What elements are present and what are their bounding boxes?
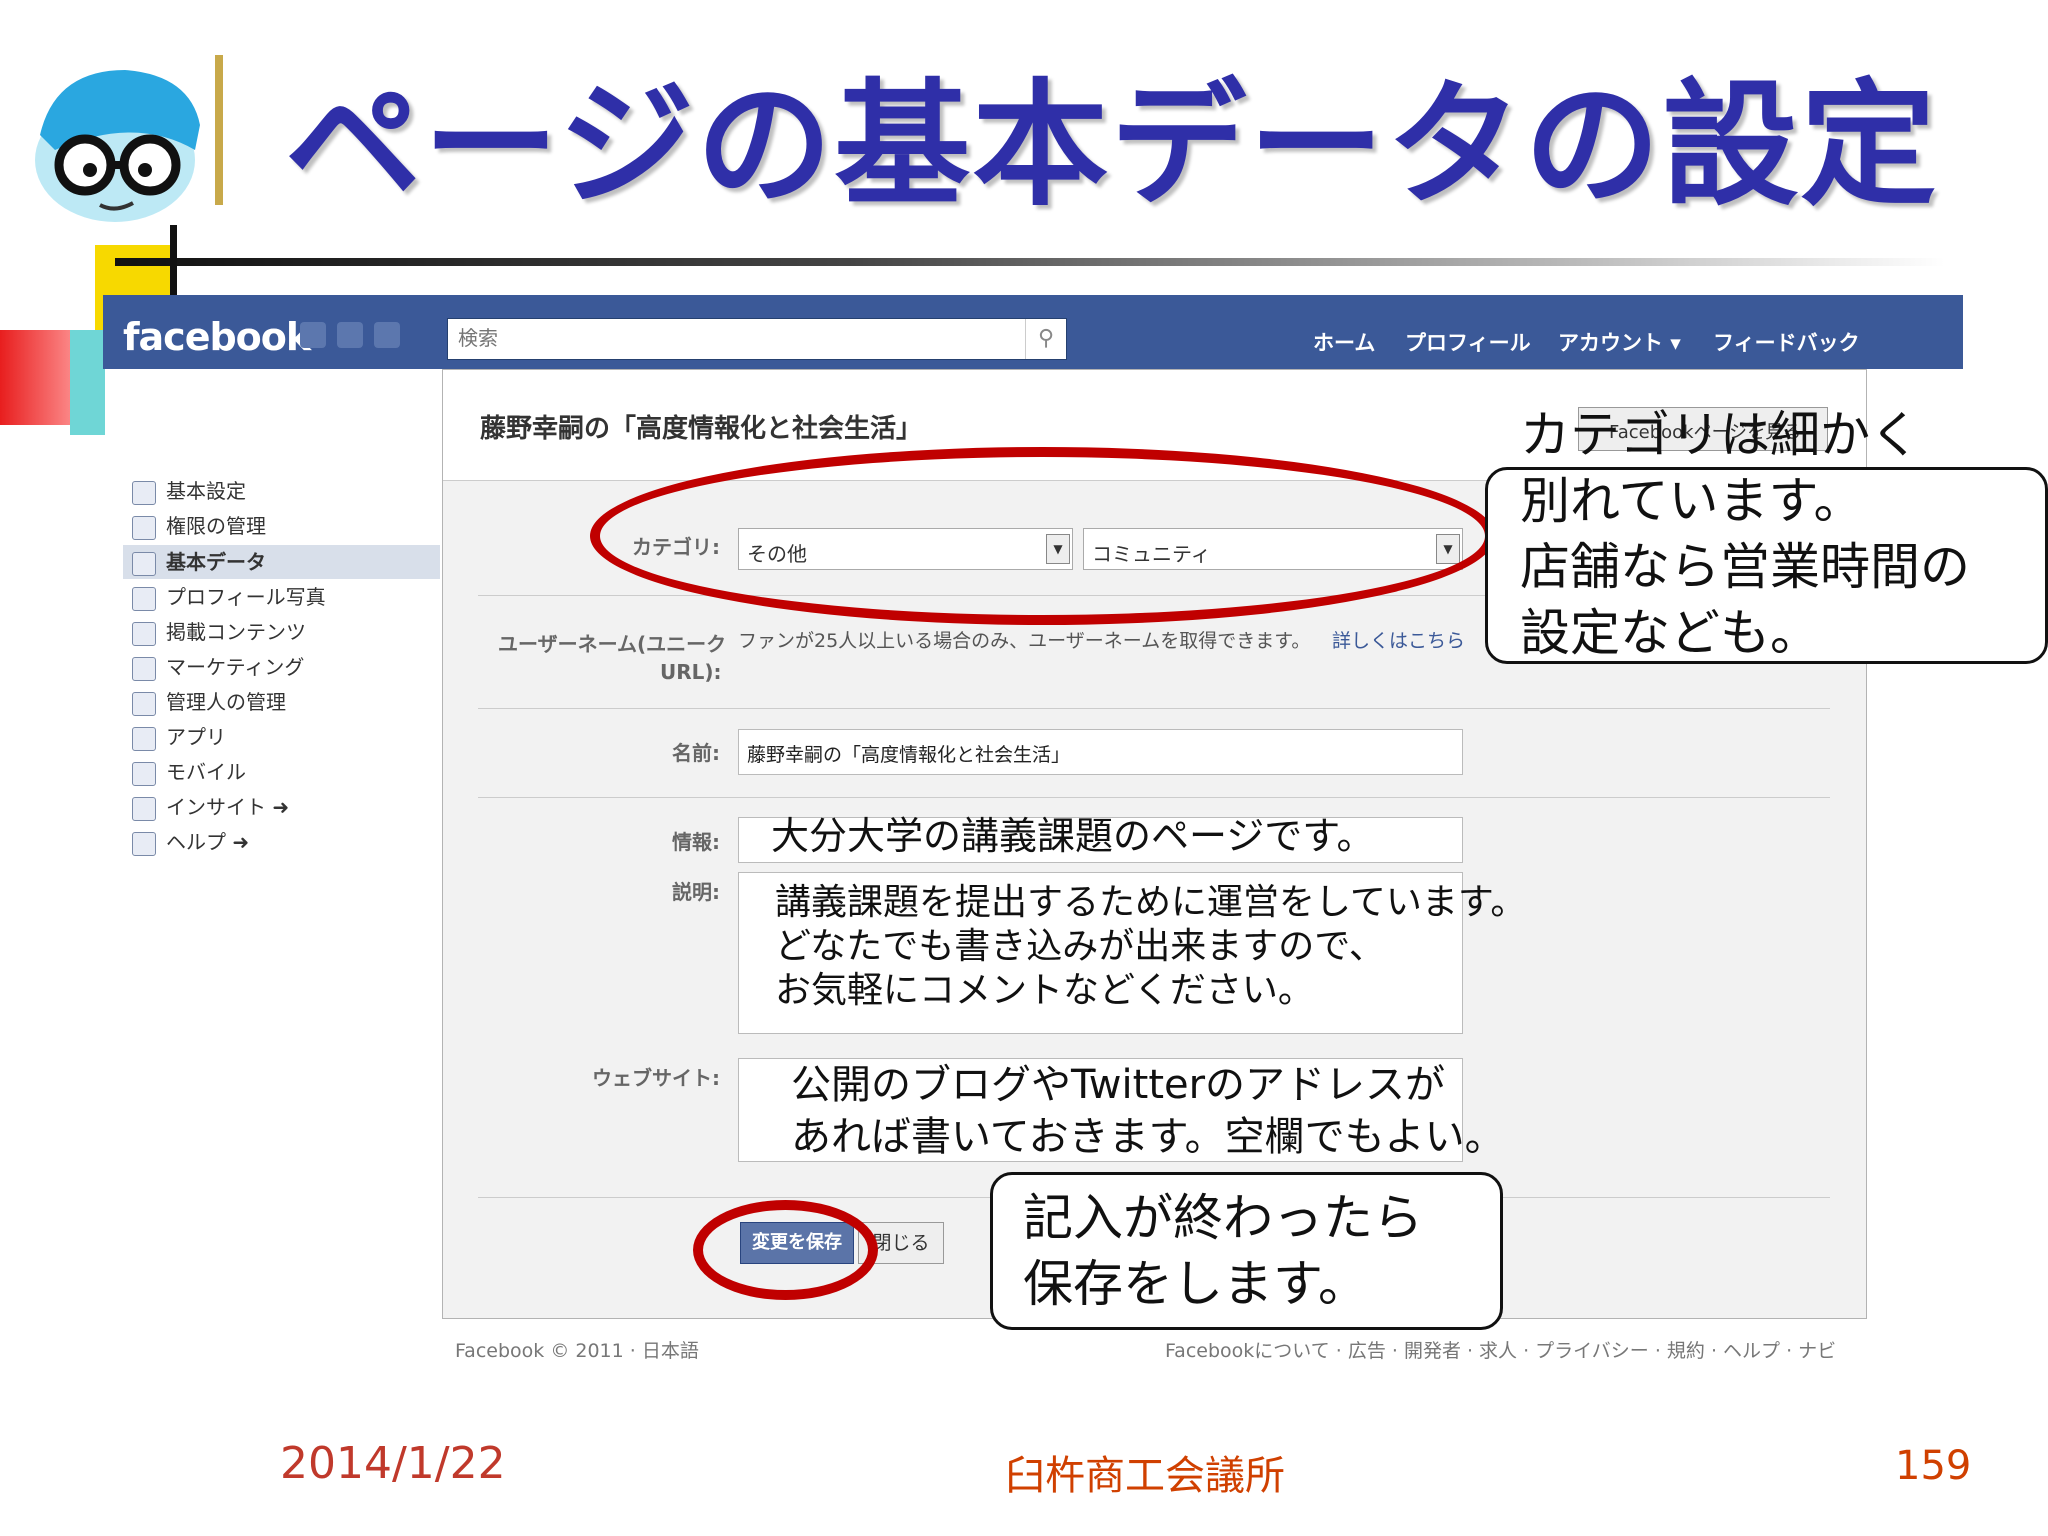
description-textarea[interactable]: 講義課題を提出するために運営をしています。 どなたでも書き込みが出来ますので、 …: [738, 872, 1526, 1034]
save-callout-text: 記入が終わったら 保存をします。: [1023, 1189, 1423, 1313]
sidebar-item-marketing[interactable]: マーケティング: [132, 650, 304, 684]
facebook-footer-links[interactable]: Facebookについて · 広告 · 開発者 · 求人 · プライバシー · …: [1165, 1336, 1836, 1363]
nav-profile[interactable]: プロフィール: [1405, 327, 1531, 357]
search-input[interactable]: [448, 319, 1028, 357]
messages-icon[interactable]: [337, 322, 364, 348]
description-value: 講義課題を提出するために運営をしています。 どなたでも書き込みが出来ますので、 …: [775, 882, 1527, 1011]
nav-home[interactable]: ホーム: [1313, 327, 1375, 357]
sidebar-item-permissions[interactable]: 権限の管理: [132, 509, 266, 543]
save-callout: 記入が終わったら 保存をします。: [990, 1172, 1503, 1330]
mobile-icon: [132, 761, 156, 786]
username-note: ファンが25人以上いる場合のみ、ユーザーネームを取得できます。: [738, 630, 1311, 652]
slide-page-number: 159: [1895, 1443, 1972, 1489]
category-highlight-oval: [590, 447, 1495, 625]
chart-icon: [132, 796, 156, 821]
name-input[interactable]: 藤野幸嗣の「高度情報化と社会生活」: [738, 729, 1463, 775]
info-card-icon: [132, 551, 156, 576]
sidebar-item-help[interactable]: ヘルプ ➜: [132, 825, 249, 859]
help-icon: [132, 831, 156, 856]
name-label: 名前:: [672, 741, 720, 765]
slide-date: 2014/1/22: [280, 1438, 506, 1489]
sidebar-item-content[interactable]: 掲載コンテンツ: [132, 615, 306, 649]
sidebar-item-basic-settings[interactable]: 基本設定: [132, 474, 246, 508]
slide-organization: 臼杵商工会議所: [1005, 1453, 1285, 1499]
website-textarea[interactable]: 公開のブログやTwitterのアドレスが あれば書いておきます。空欄でもよい。: [738, 1058, 1505, 1162]
save-highlight-oval: [693, 1200, 878, 1300]
teacher-avatar-icon: [35, 55, 223, 222]
description-label: 説明:: [672, 880, 720, 904]
sidebar-item-basic-data[interactable]: 基本データ: [132, 545, 266, 579]
slide-title: ページの基本データの設定: [285, 67, 1939, 225]
facebook-logo[interactable]: facebook: [123, 315, 311, 359]
sidebar-item-profile-photo[interactable]: プロフィール写真: [132, 580, 326, 614]
decorative-cyan-block: [70, 330, 105, 435]
marketing-icon: [132, 656, 156, 681]
search-box: ⚲: [447, 318, 1067, 360]
divider: [478, 708, 1830, 709]
username-label-url: URL):: [660, 660, 722, 684]
title-underline: [115, 258, 1945, 266]
photo-icon: [132, 586, 156, 611]
notifications-globe-icon[interactable]: [374, 322, 401, 348]
settings-icon: [132, 480, 156, 505]
notification-icons: [300, 322, 406, 352]
category-callout-text: カテゴリは細かく 別れています。 店舗なら営業時間の 設定なども。: [1520, 406, 1970, 662]
admin-icon: [132, 691, 156, 716]
website-label: ウェブサイト:: [592, 1066, 720, 1090]
username-help-link[interactable]: 詳しくはこちら: [1332, 626, 1465, 653]
username-label: ユーザーネーム(ユニーク: [498, 632, 727, 656]
sidebar-item-admins[interactable]: 管理人の管理: [132, 685, 286, 719]
friend-requests-icon[interactable]: [300, 322, 326, 348]
website-value: 公開のブログやTwitterのアドレスが あれば書いておきます。空欄でもよい。: [791, 1062, 1505, 1160]
nav-account[interactable]: アカウント ▾: [1558, 327, 1681, 357]
divider: [478, 797, 1830, 798]
page-title: 藤野幸嗣の「高度情報化と社会生活」: [480, 414, 923, 444]
sidebar-item-mobile[interactable]: モバイル: [132, 755, 246, 789]
nav-feedback[interactable]: フィードバック: [1713, 327, 1860, 357]
megaphone-icon: [132, 621, 156, 646]
sidebar-item-insights[interactable]: インサイト ➜: [132, 790, 289, 824]
apps-icon: [132, 726, 156, 751]
info-label: 情報:: [672, 830, 720, 854]
info-value: 大分大学の講義課題のページです。: [771, 814, 1375, 858]
facebook-footer-left: Facebook © 2011 · 日本語: [455, 1340, 699, 1362]
category-callout: カテゴリは細かく 別れています。 店舗なら営業時間の 設定なども。: [1485, 406, 2048, 664]
sidebar-item-apps[interactable]: アプリ: [132, 720, 226, 754]
search-icon[interactable]: ⚲: [1025, 319, 1066, 359]
info-input[interactable]: 大分大学の講義課題のページです。: [738, 814, 1463, 863]
lock-icon: [132, 515, 156, 540]
